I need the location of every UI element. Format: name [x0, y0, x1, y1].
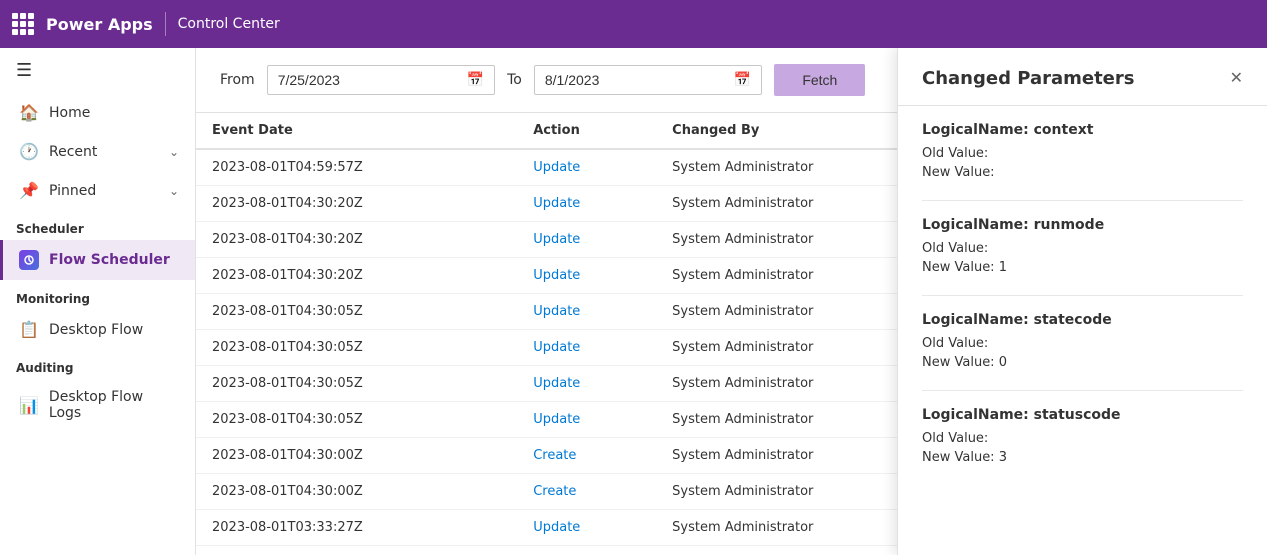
- logs-icon: 📊: [19, 396, 39, 415]
- param-group: LogicalName: context Old Value: New Valu…: [922, 106, 1243, 201]
- panel-title: Changed Parameters: [922, 68, 1134, 89]
- home-icon: 🏠: [19, 103, 39, 122]
- to-date-input-wrapper[interactable]: 📅: [534, 65, 762, 95]
- content-area: From 📅 To 📅 Fetch Event Date Action Chan…: [196, 48, 1267, 555]
- sidebar-label-flow-scheduler: Flow Scheduler: [49, 252, 170, 268]
- param-name: LogicalName: runmode: [922, 217, 1243, 233]
- cell-action[interactable]: Create: [517, 438, 656, 474]
- param-old-value: Old Value:: [922, 146, 1243, 161]
- col-event-date: Event Date: [196, 113, 517, 149]
- cell-event-date: 2023-08-01T04:30:20Z: [196, 186, 517, 222]
- cell-action[interactable]: Update: [517, 186, 656, 222]
- to-label: To: [507, 72, 522, 88]
- panel-header: Changed Parameters ✕: [898, 48, 1267, 106]
- sidebar-label-desktop-flow: Desktop Flow: [49, 322, 143, 338]
- param-new-value: New Value: 3: [922, 450, 1243, 465]
- sidebar-label-recent: Recent: [49, 144, 97, 160]
- sidebar-item-desktop-flow-logs[interactable]: 📊 Desktop Flow Logs: [0, 379, 195, 431]
- flow-scheduler-icon: [19, 250, 39, 270]
- to-calendar-icon: 📅: [734, 72, 751, 88]
- param-group: LogicalName: statuscode Old Value: New V…: [922, 391, 1243, 485]
- app-name: Power Apps: [46, 15, 153, 34]
- cell-event-date: 2023-08-01T04:30:05Z: [196, 402, 517, 438]
- param-new-value: New Value: 1: [922, 260, 1243, 275]
- param-name: LogicalName: context: [922, 122, 1243, 138]
- sidebar-label-home: Home: [49, 105, 90, 121]
- cell-action[interactable]: Update: [517, 546, 656, 555]
- chevron-down-icon-pinned: ⌄: [169, 184, 179, 198]
- cell-action[interactable]: Update: [517, 366, 656, 402]
- cell-action[interactable]: Update: [517, 402, 656, 438]
- param-old-value: Old Value:: [922, 241, 1243, 256]
- cell-action[interactable]: Update: [517, 222, 656, 258]
- cell-action[interactable]: Create: [517, 474, 656, 510]
- sidebar-item-pinned[interactable]: 📌 Pinned ⌄: [0, 171, 195, 210]
- grid-icon[interactable]: [12, 13, 34, 35]
- from-label: From: [220, 72, 255, 88]
- fetch-button[interactable]: Fetch: [774, 64, 865, 96]
- cell-event-date: 2023-08-01T04:30:00Z: [196, 438, 517, 474]
- panel-close-button[interactable]: ✕: [1230, 71, 1243, 87]
- from-date-input[interactable]: [278, 72, 459, 88]
- to-date-input[interactable]: [545, 72, 726, 88]
- param-old-value: Old Value:: [922, 431, 1243, 446]
- sidebar-item-recent[interactable]: 🕐 Recent ⌄: [0, 132, 195, 171]
- cell-action[interactable]: Update: [517, 510, 656, 546]
- sidebar: ☰ 🏠 Home 🕐 Recent ⌄ 📌 Pinned ⌄ Scheduler…: [0, 48, 196, 555]
- chevron-down-icon: ⌄: [169, 145, 179, 159]
- cell-event-date: 2023-08-01T04:30:00Z: [196, 474, 517, 510]
- desktop-flow-icon: 📋: [19, 320, 39, 339]
- param-new-value: New Value: 0: [922, 355, 1243, 370]
- monitoring-section-label: Monitoring: [0, 280, 195, 310]
- cell-event-date: 2023-08-01T04:30:05Z: [196, 294, 517, 330]
- col-action: Action: [517, 113, 656, 149]
- from-date-input-wrapper[interactable]: 📅: [267, 65, 495, 95]
- section-name: Control Center: [178, 16, 280, 32]
- cell-event-date: 2023-08-01T03:33:27Z: [196, 546, 517, 555]
- cell-event-date: 2023-08-01T04:30:20Z: [196, 222, 517, 258]
- sidebar-item-desktop-flow[interactable]: 📋 Desktop Flow: [0, 310, 195, 349]
- cell-event-date: 2023-08-01T04:30:05Z: [196, 366, 517, 402]
- panel-body: LogicalName: context Old Value: New Valu…: [898, 106, 1267, 555]
- cell-action[interactable]: Update: [517, 294, 656, 330]
- cell-event-date: 2023-08-01T04:59:57Z: [196, 149, 517, 186]
- cell-event-date: 2023-08-01T04:30:05Z: [196, 330, 517, 366]
- param-name: LogicalName: statuscode: [922, 407, 1243, 423]
- param-group: LogicalName: statecode Old Value: New Va…: [922, 296, 1243, 391]
- param-new-value: New Value:: [922, 165, 1243, 180]
- sidebar-item-flow-scheduler[interactable]: Flow Scheduler: [0, 240, 195, 280]
- cell-action[interactable]: Update: [517, 149, 656, 186]
- cell-action[interactable]: Update: [517, 258, 656, 294]
- hamburger-icon[interactable]: ☰: [0, 48, 195, 93]
- main-layout: ☰ 🏠 Home 🕐 Recent ⌄ 📌 Pinned ⌄ Scheduler…: [0, 48, 1267, 555]
- param-group: LogicalName: runmode Old Value: New Valu…: [922, 201, 1243, 296]
- cell-action[interactable]: Update: [517, 330, 656, 366]
- cell-event-date: 2023-08-01T03:33:27Z: [196, 510, 517, 546]
- auditing-section-label: Auditing: [0, 349, 195, 379]
- topbar-divider: [165, 12, 166, 36]
- changed-params-panel: Changed Parameters ✕ LogicalName: contex…: [897, 48, 1267, 555]
- scheduler-section-label: Scheduler: [0, 210, 195, 240]
- pin-icon: 📌: [19, 181, 39, 200]
- sidebar-item-home[interactable]: 🏠 Home: [0, 93, 195, 132]
- sidebar-label-desktop-logs: Desktop Flow Logs: [49, 389, 179, 421]
- topbar: Power Apps Control Center: [0, 0, 1267, 48]
- param-name: LogicalName: statecode: [922, 312, 1243, 328]
- cell-event-date: 2023-08-01T04:30:20Z: [196, 258, 517, 294]
- param-old-value: Old Value:: [922, 336, 1243, 351]
- from-calendar-icon: 📅: [467, 72, 484, 88]
- sidebar-label-pinned: Pinned: [49, 183, 96, 199]
- clock-icon: 🕐: [19, 142, 39, 161]
